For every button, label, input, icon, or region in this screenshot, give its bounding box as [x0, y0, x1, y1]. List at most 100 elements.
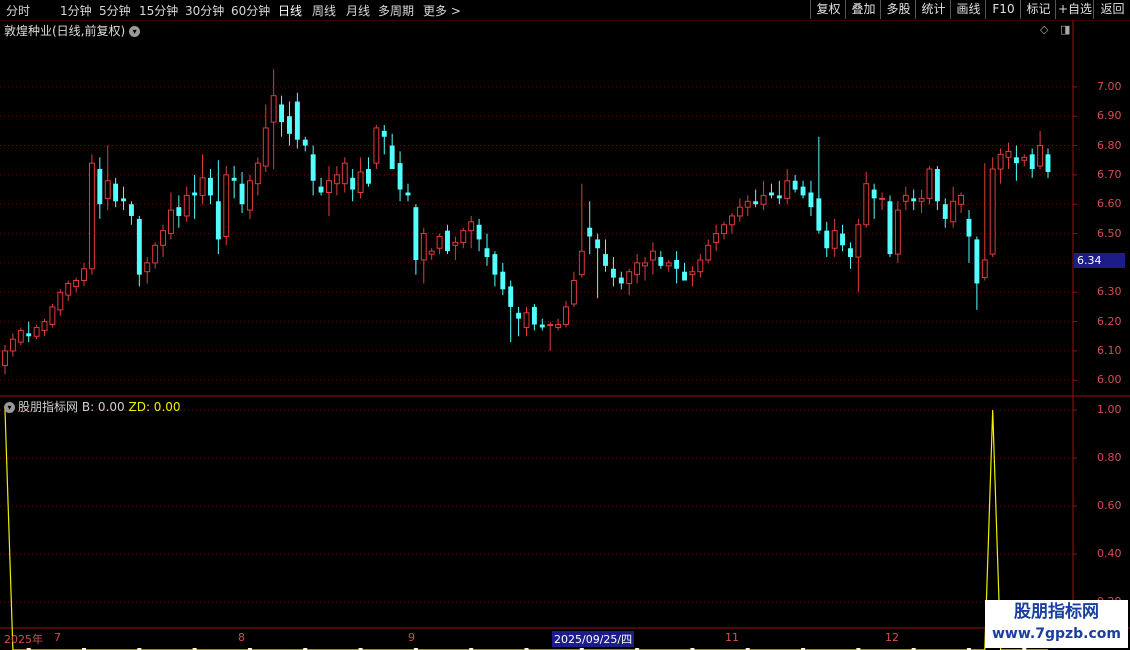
- candle-body-up: [262, 127, 269, 167]
- candle-body-up: [563, 306, 569, 326]
- chevron-down-icon[interactable]: ▾: [129, 26, 141, 37]
- candle: [223, 166, 230, 246]
- candle-body-up: [254, 162, 261, 185]
- candle-body-down: [310, 154, 316, 181]
- candle-body-up: [88, 162, 95, 270]
- candle: [73, 277, 80, 293]
- candle-body-down: [302, 139, 308, 146]
- candle: [1029, 148, 1035, 178]
- candle: [460, 227, 467, 249]
- candle: [2, 345, 8, 375]
- candle-body-up: [57, 291, 64, 311]
- date-label: 9: [408, 631, 415, 644]
- candle: [57, 289, 64, 316]
- candle-body-down: [618, 277, 624, 284]
- candle: [318, 177, 324, 196]
- candle: [840, 224, 846, 252]
- candle: [152, 242, 159, 269]
- diamond-icon[interactable]: ◇: [1040, 23, 1048, 36]
- candle: [128, 201, 134, 225]
- candle: [310, 145, 316, 196]
- candle-body-down: [318, 186, 324, 193]
- candle: [357, 157, 364, 199]
- cursor-date-label: 2025/09/25/四: [552, 631, 635, 647]
- candle-body-up: [855, 224, 862, 258]
- candle: [192, 174, 198, 219]
- candle: [848, 242, 853, 269]
- indicator-zd-value: ZD: 0.00: [128, 400, 181, 414]
- candle: [926, 166, 933, 205]
- candle: [831, 218, 838, 258]
- candle: [618, 271, 624, 290]
- candle: [97, 157, 103, 219]
- candle: [744, 195, 751, 216]
- candle-body-down: [674, 259, 680, 269]
- candle: [595, 233, 601, 299]
- kline-chart[interactable]: [0, 0, 1130, 650]
- candle-body-up: [736, 206, 743, 217]
- candle-body-up: [578, 250, 585, 276]
- candle-body-up: [1021, 156, 1028, 161]
- candle: [341, 157, 348, 193]
- candle-body-down: [26, 333, 32, 337]
- candle: [570, 271, 577, 307]
- candle-body-up: [918, 197, 925, 202]
- candle-body-up: [9, 338, 16, 352]
- watermark-line2: www.7gpzb.com: [991, 626, 1121, 642]
- price-tick-label: 6.80: [1097, 138, 1122, 152]
- candle-body-down: [516, 312, 522, 319]
- candle-body-up: [926, 168, 933, 199]
- candle-body-down: [113, 183, 119, 202]
- price-tick-label: 7.00: [1097, 79, 1122, 93]
- date-label: 7: [54, 631, 61, 644]
- candle-body-down: [840, 233, 846, 246]
- candle: [215, 160, 221, 255]
- candle-body-down: [215, 201, 221, 240]
- candle: [302, 136, 308, 152]
- candle: [420, 227, 427, 284]
- candle-body-up: [697, 259, 704, 273]
- candle: [49, 303, 56, 328]
- candle-body-up: [420, 233, 427, 261]
- candle-body-up: [981, 259, 988, 279]
- candle-body-down: [397, 163, 403, 190]
- candle: [800, 180, 806, 199]
- candle: [452, 236, 459, 260]
- candle: [966, 210, 972, 263]
- price-tick-label: 6.50: [1097, 226, 1122, 240]
- candle: [1037, 130, 1044, 170]
- chart-title: 敦煌种业(日线,前复权) ▾: [4, 22, 141, 39]
- candle: [1021, 154, 1028, 167]
- candle-body-up: [523, 312, 530, 328]
- candle-body-down: [121, 198, 126, 202]
- candle-body-down: [1045, 154, 1051, 172]
- candle: [104, 145, 111, 211]
- candle-body-up: [2, 350, 8, 367]
- candle: [768, 183, 774, 199]
- candle-body-down: [587, 227, 593, 237]
- candle: [183, 186, 190, 222]
- candle-body-up: [1037, 145, 1044, 167]
- candle: [950, 186, 957, 228]
- candle-body-up: [665, 262, 672, 267]
- candle: [816, 136, 822, 234]
- candle-body-up: [626, 271, 633, 284]
- candle: [389, 133, 395, 170]
- candle-body-down: [492, 254, 498, 275]
- candle: [207, 169, 213, 205]
- candle-body-up: [689, 271, 696, 276]
- chevron-down-icon[interactable]: ▾: [4, 402, 15, 413]
- candle: [428, 248, 435, 260]
- candle: [958, 192, 965, 214]
- indicator-tick-label: 0.60: [1097, 499, 1122, 512]
- candle-body-down: [508, 286, 514, 307]
- candle: [555, 318, 562, 331]
- panel-toggle-icon[interactable]: ◨: [1060, 23, 1070, 36]
- candle: [468, 215, 475, 249]
- candle-body-down: [658, 257, 664, 266]
- candle: [405, 183, 411, 202]
- candle: [610, 257, 616, 287]
- candle-body-down: [610, 268, 616, 278]
- candle-body-up: [649, 250, 656, 261]
- candle: [824, 221, 830, 258]
